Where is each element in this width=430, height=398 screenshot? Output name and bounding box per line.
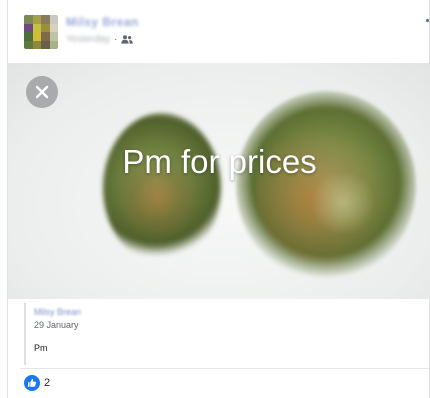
post-time[interactable]: Yesterday bbox=[66, 34, 110, 45]
quote-text: Pm bbox=[34, 343, 48, 353]
avatar[interactable] bbox=[24, 15, 58, 49]
quote-author[interactable]: Milsy Brean bbox=[34, 307, 420, 317]
reaction-summary[interactable]: 2 bbox=[24, 375, 50, 391]
quote-date: 29 January bbox=[34, 320, 79, 330]
meta-separator: · bbox=[114, 34, 118, 45]
image-overlay-text: Pm for prices bbox=[122, 143, 317, 180]
divider bbox=[20, 368, 429, 369]
image-subject-right-highlight bbox=[308, 173, 378, 233]
friends-icon bbox=[121, 35, 134, 44]
post-meta: Yesterday · bbox=[66, 34, 134, 45]
reaction-count[interactable]: 2 bbox=[44, 377, 50, 389]
close-button[interactable] bbox=[26, 76, 58, 108]
close-icon bbox=[35, 85, 49, 99]
author-name[interactable]: Milsy Brean bbox=[66, 15, 139, 29]
post-image[interactable]: Pm for prices bbox=[8, 63, 430, 299]
post-card: Milsy Brean Yesterday · Pm for prices Mi… bbox=[7, 0, 430, 398]
more-options-icon[interactable] bbox=[426, 19, 429, 22]
quoted-caption: Milsy Brean 29 January Pm bbox=[24, 303, 420, 365]
post-header: Milsy Brean Yesterday · bbox=[8, 0, 429, 58]
like-icon bbox=[24, 375, 40, 391]
